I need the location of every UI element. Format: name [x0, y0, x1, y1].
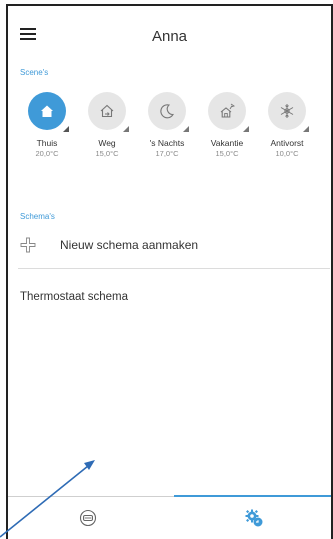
home-icon [41, 105, 53, 117]
tab-settings[interactable] [174, 498, 331, 538]
schemas-section-label: Schema's [20, 212, 55, 221]
away-house-icon [100, 104, 114, 118]
schema-item-thermostaat[interactable]: Thermostaat schema [20, 291, 128, 303]
scene-name: 's Nachts [149, 138, 185, 148]
active-tab-indicator [174, 495, 331, 497]
thermostat-icon [79, 509, 97, 527]
page-title: Anna [151, 28, 188, 45]
vacation-house-icon [220, 103, 236, 118]
new-schema-button[interactable]: Nieuw schema aanmaken [20, 234, 320, 258]
header: Anna [8, 6, 331, 58]
scene-temperature: 20,0°C [35, 149, 59, 158]
divider [18, 268, 330, 269]
scene-temperature: 10,0°C [275, 149, 299, 158]
tab-thermostat[interactable] [8, 498, 168, 538]
scene-name: Vakantie [210, 138, 244, 148]
moon-icon [160, 104, 174, 119]
gear-icon [245, 509, 263, 527]
scene-thuis[interactable]: Thuis 20,0°C [22, 92, 72, 158]
scene-weg[interactable]: Weg 15,0°C [82, 92, 132, 158]
plus-icon [20, 237, 36, 253]
scene-antivorst[interactable]: Antivorst 10,0°C [262, 92, 312, 158]
scene-name: Weg [98, 138, 116, 148]
scene-temperature: 17,0°C [155, 149, 179, 158]
scene-s-nachts[interactable]: 's Nachts 17,0°C [142, 92, 192, 158]
scene-temperature: 15,0°C [95, 149, 119, 158]
scene-name: Antivorst [270, 138, 304, 148]
scene-name: Thuis [36, 138, 58, 148]
scenes-section-label: Scene's [20, 68, 49, 77]
new-schema-label: Nieuw schema aanmaken [60, 238, 199, 252]
scene-temperature: 15,0°C [215, 149, 239, 158]
app-screen: Anna Scene's Thuis 20,0°C Weg 15,0°C 's … [6, 4, 333, 539]
scene-list: Thuis 20,0°C Weg 15,0°C 's Nachts 17,0°C… [22, 92, 322, 182]
scene-vakantie[interactable]: Vakantie 15,0°C [202, 92, 252, 158]
snowflake-icon [280, 104, 294, 118]
